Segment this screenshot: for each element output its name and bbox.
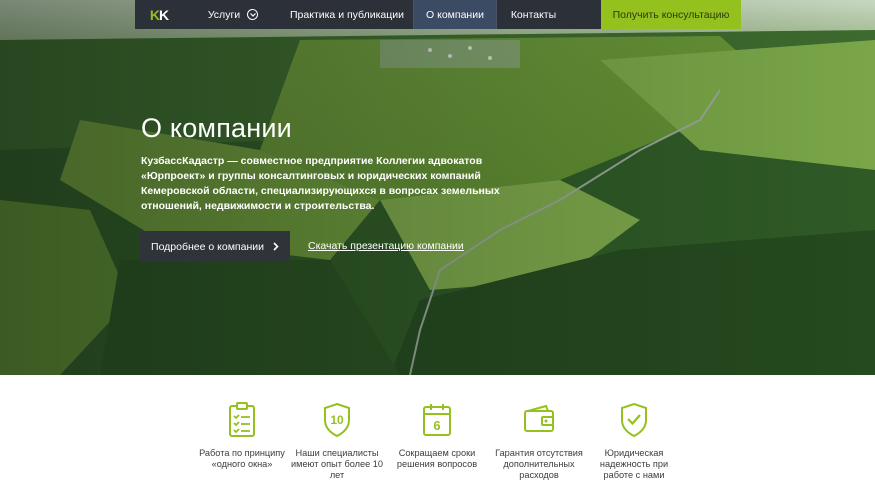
logo-letter-1: K (149, 6, 160, 23)
nav-item-practice[interactable]: Практика и публикации (281, 0, 413, 29)
get-consultation-button[interactable]: Получить консультацию (601, 0, 741, 29)
button-label: Подробнее о компании (151, 240, 264, 253)
feature-item: 6 Сокращаем сроки решения вопросов (391, 402, 483, 470)
top-navigation: KK Услуги Практика и публикации О компан… (135, 0, 741, 29)
feature-label: Юридическая надежность при работе с нами (599, 448, 669, 480)
feature-item: 10 Наши специалисты имеют опыт более 10 … (291, 402, 383, 481)
feature-label: Наши специалисты имеют опыт более 10 лет (291, 448, 383, 480)
hero-description: КузбассКадастр — совместное предприятие … (141, 155, 500, 212)
hero-section: KK Услуги Практика и публикации О компан… (0, 0, 875, 375)
nav-item-services[interactable]: Услуги (191, 0, 275, 29)
calendar-number: 6 (433, 418, 440, 433)
feature-item: Гарантия отсутствия дополнительных расхо… (493, 402, 585, 481)
feature-item: Юридическая надежность при работе с нами (588, 402, 680, 481)
calendar-6-icon: 6 (391, 402, 483, 438)
feature-item: Работа по принципу «одного окна» (196, 402, 288, 470)
shield-10-icon: 10 (291, 402, 383, 438)
nav-item-label: Услуги (207, 8, 241, 21)
nav-item-about[interactable]: О компании (413, 0, 497, 29)
wallet-icon (493, 402, 585, 438)
features-section: Работа по принципу «одного окна» 10 Наши… (196, 402, 686, 492)
chevron-right-icon (273, 242, 279, 251)
feature-label: Работа по принципу «одного окна» (199, 448, 285, 469)
checklist-clipboard-icon (196, 402, 288, 438)
more-about-company-button[interactable]: Подробнее о компании (140, 231, 290, 262)
page-title: О компании (141, 113, 292, 143)
shield-check-icon (588, 402, 680, 438)
download-presentation-link[interactable]: Скачать презентацию компании (308, 240, 464, 252)
feature-label: Сокращаем сроки решения вопросов (396, 448, 478, 469)
logo-letter-2: K (159, 6, 169, 23)
nav-item-contacts[interactable]: Контакты (497, 0, 570, 29)
shield-number: 10 (330, 413, 344, 427)
logo[interactable]: KK (135, 0, 183, 29)
feature-label: Гарантия отсутствия дополнительных расхо… (495, 448, 583, 480)
chevron-down-icon (247, 9, 259, 20)
